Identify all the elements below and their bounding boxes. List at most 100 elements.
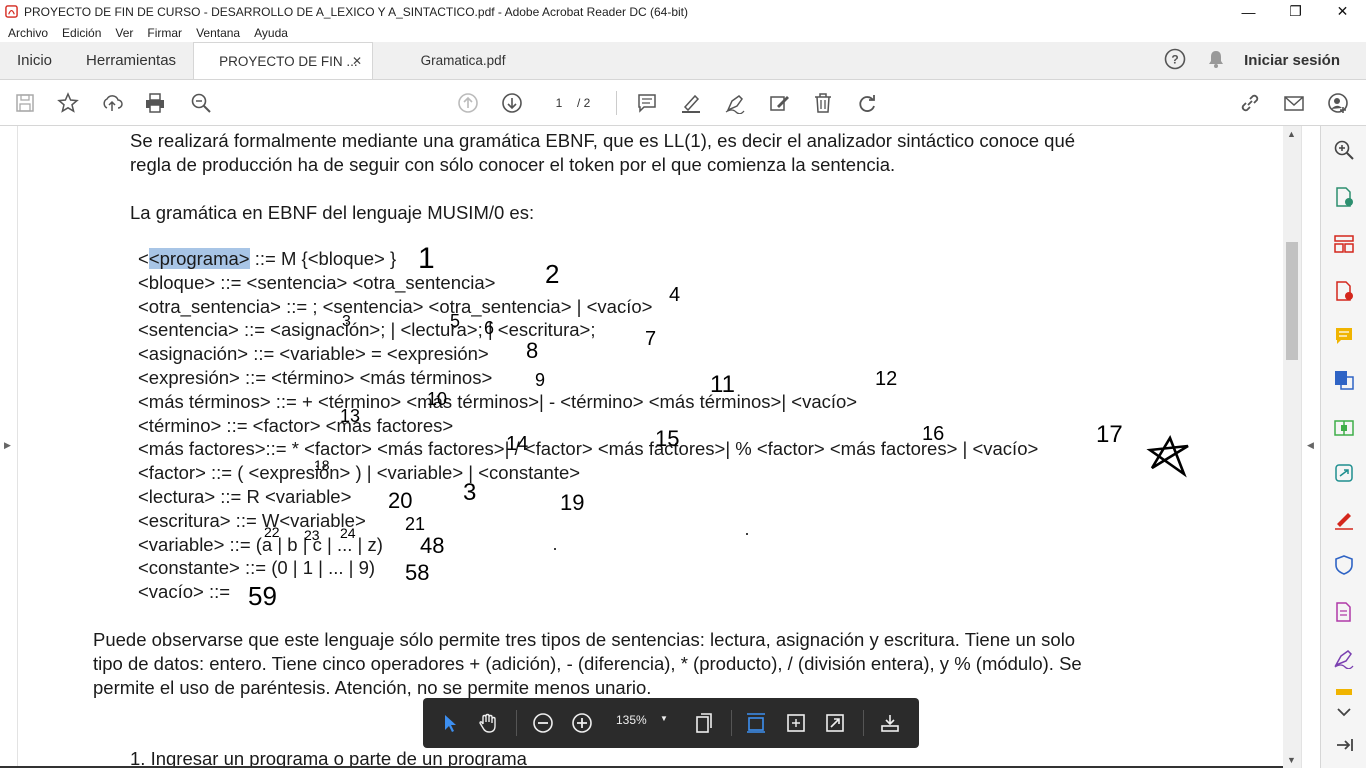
menu-firmar[interactable]: Firmar	[147, 26, 182, 40]
title-bar: PROYECTO DE FIN DE CURSO - DESARROLLO DE…	[0, 0, 1366, 23]
collapse-right-icon[interactable]: ◀	[1307, 440, 1314, 451]
right-panel-toggle[interactable]: ◀	[1301, 126, 1320, 768]
star-icon[interactable]	[56, 91, 80, 115]
tab-bar: Inicio Herramientas PROYECTO DE FIN ... …	[0, 42, 1366, 80]
ink-star-mark	[1146, 435, 1189, 478]
restore-icon[interactable]: ❐	[1272, 0, 1319, 23]
zoom-out-icon[interactable]	[530, 710, 556, 736]
zoom-search-icon[interactable]	[189, 91, 213, 115]
zoom-dropdown-icon[interactable]: ▼	[660, 714, 668, 723]
scroll-thumb[interactable]	[1286, 242, 1298, 360]
left-panel-toggle[interactable]: ▶	[0, 126, 18, 768]
zoom-in-icon[interactable]	[569, 710, 595, 736]
signin-button[interactable]: Iniciar sesión	[1244, 52, 1340, 69]
help-icon[interactable]: ?	[1164, 48, 1186, 73]
draw-icon[interactable]	[723, 91, 747, 115]
edit-text-icon[interactable]	[767, 91, 791, 115]
forms-icon[interactable]	[1332, 600, 1356, 624]
redo-icon[interactable]	[855, 91, 879, 115]
toolbar-divider	[616, 91, 617, 115]
acrobat-icon	[4, 5, 18, 19]
menu-ver[interactable]: Ver	[115, 26, 133, 40]
tab-proyecto[interactable]: PROYECTO DE FIN ... ✕	[193, 42, 374, 79]
grammar-rule: <vacío> ::=	[138, 581, 231, 603]
window-title: PROYECTO DE FIN DE CURSO - DESARROLLO DE…	[24, 4, 689, 19]
float-divider	[731, 710, 732, 736]
comment-icon[interactable]	[635, 91, 659, 115]
sign-icon[interactable]	[1332, 646, 1356, 670]
save-icon[interactable]	[13, 91, 37, 115]
upload-icon[interactable]	[100, 91, 124, 115]
grammar-rule: <lectura> ::= R <variable>	[138, 485, 352, 507]
page-view-icon[interactable]	[691, 710, 717, 736]
intro-line-1: Se realizará formalmente mediante una gr…	[130, 130, 1076, 151]
page-up-icon[interactable]	[456, 91, 480, 115]
menu-edicion[interactable]: Edición	[62, 26, 101, 40]
scroll-down-icon[interactable]: ▼	[1287, 755, 1296, 765]
link-icon[interactable]	[1238, 91, 1262, 115]
grammar-rule: <más términos> ::= + <término> <más térm…	[138, 390, 858, 412]
svg-text:?: ?	[1171, 53, 1178, 67]
menu-ayuda[interactable]: Ayuda	[254, 26, 288, 40]
protect-icon[interactable]	[1332, 553, 1356, 577]
grammar-rule: <variable> ::= (a | b | c | ... | z)	[138, 533, 383, 555]
comment-tool-icon[interactable]	[1332, 324, 1356, 348]
grammar-heading: La gramática en EBNF del lenguaje MUSIM/…	[130, 202, 535, 223]
compress-icon[interactable]	[1332, 416, 1356, 440]
minimize-icon[interactable]: —	[1225, 0, 1272, 23]
tab-gramatica[interactable]: Gramatica.pdf	[373, 42, 553, 79]
grammar-rule: <término> ::= <factor> <más factores>	[138, 414, 454, 436]
grammar-rules: <<programa> ::= M {<bloque> } <bloque> :…	[138, 247, 1038, 604]
rule-text: <	[138, 248, 149, 269]
fit-page-icon[interactable]	[783, 710, 809, 736]
grammar-rule: <<programa> ::= M {<bloque> }	[138, 247, 1038, 271]
menu-archivo[interactable]: Archivo	[8, 26, 48, 40]
menu-bar: Archivo Edición Ver Firmar Ventana Ayuda	[0, 23, 1366, 42]
zoom-level[interactable]: 135%	[616, 713, 647, 727]
intro-line-2: regla de producción ha de seguir con sól…	[130, 154, 896, 175]
grammar-rule: <otra_sentencia> ::= ; <sentencia> <otra…	[138, 295, 653, 317]
grammar-rule: <bloque> ::= <sentencia> <otra_sentencia…	[138, 271, 496, 293]
panel-scroll-down-icon[interactable]	[1332, 700, 1356, 724]
select-cursor-icon[interactable]	[437, 710, 463, 736]
collapse-panel-icon[interactable]	[1332, 733, 1356, 757]
menu-ventana[interactable]: Ventana	[196, 26, 240, 40]
tab-gramatica-label: Gramatica.pdf	[420, 53, 506, 68]
tab-inicio[interactable]: Inicio	[0, 42, 69, 79]
tab-proyecto-label: PROYECTO DE FIN ...	[219, 53, 358, 69]
page-total: / 2	[577, 96, 591, 110]
selected-text: <programa>	[148, 248, 250, 269]
trash-icon[interactable]	[811, 91, 835, 115]
bell-icon[interactable]	[1206, 49, 1226, 72]
export-pdf-icon[interactable]	[1332, 185, 1356, 209]
fit-width-icon[interactable]	[743, 710, 769, 736]
grammar-rule: <asignación> ::= <variable> = <expresión…	[138, 343, 489, 365]
hand-tool-icon[interactable]	[475, 710, 501, 736]
email-icon[interactable]	[1282, 91, 1306, 115]
full-screen-icon[interactable]	[822, 710, 848, 736]
close-icon[interactable]: ✕	[1319, 0, 1366, 23]
ink-number: 17	[1096, 421, 1123, 448]
grammar-rule: <sentencia> ::= <asignación>; | <lectura…	[138, 319, 596, 341]
vertical-scrollbar[interactable]: ▲ ▼	[1283, 126, 1301, 768]
page-number-input[interactable]: 1	[544, 93, 574, 113]
zoom-tool-icon[interactable]	[1332, 138, 1356, 162]
read-mode-icon[interactable]	[877, 710, 903, 736]
float-divider	[516, 710, 517, 736]
share-icon[interactable]	[1332, 461, 1356, 485]
scroll-up-icon[interactable]: ▲	[1287, 129, 1296, 139]
organize-pages-icon[interactable]	[1332, 232, 1356, 256]
close-tab-icon[interactable]: ✕	[352, 54, 362, 68]
print-icon[interactable]	[143, 91, 167, 115]
page-down-icon[interactable]	[500, 91, 524, 115]
tab-herramientas[interactable]: Herramientas	[69, 42, 193, 79]
expand-left-icon[interactable]: ▶	[4, 440, 11, 451]
fill-sign-icon[interactable]	[1332, 507, 1356, 531]
grammar-rule: <expresión> ::= <término> <más términos>	[138, 366, 493, 388]
grammar-rule: <constante> ::= (0 | 1 | ... | 9)	[138, 557, 376, 579]
highlight-pen-icon[interactable]	[679, 91, 703, 115]
main-toolbar	[0, 80, 1366, 126]
create-pdf-icon[interactable]	[1332, 279, 1356, 303]
add-user-icon[interactable]	[1326, 91, 1350, 115]
combine-files-icon[interactable]	[1332, 368, 1356, 392]
